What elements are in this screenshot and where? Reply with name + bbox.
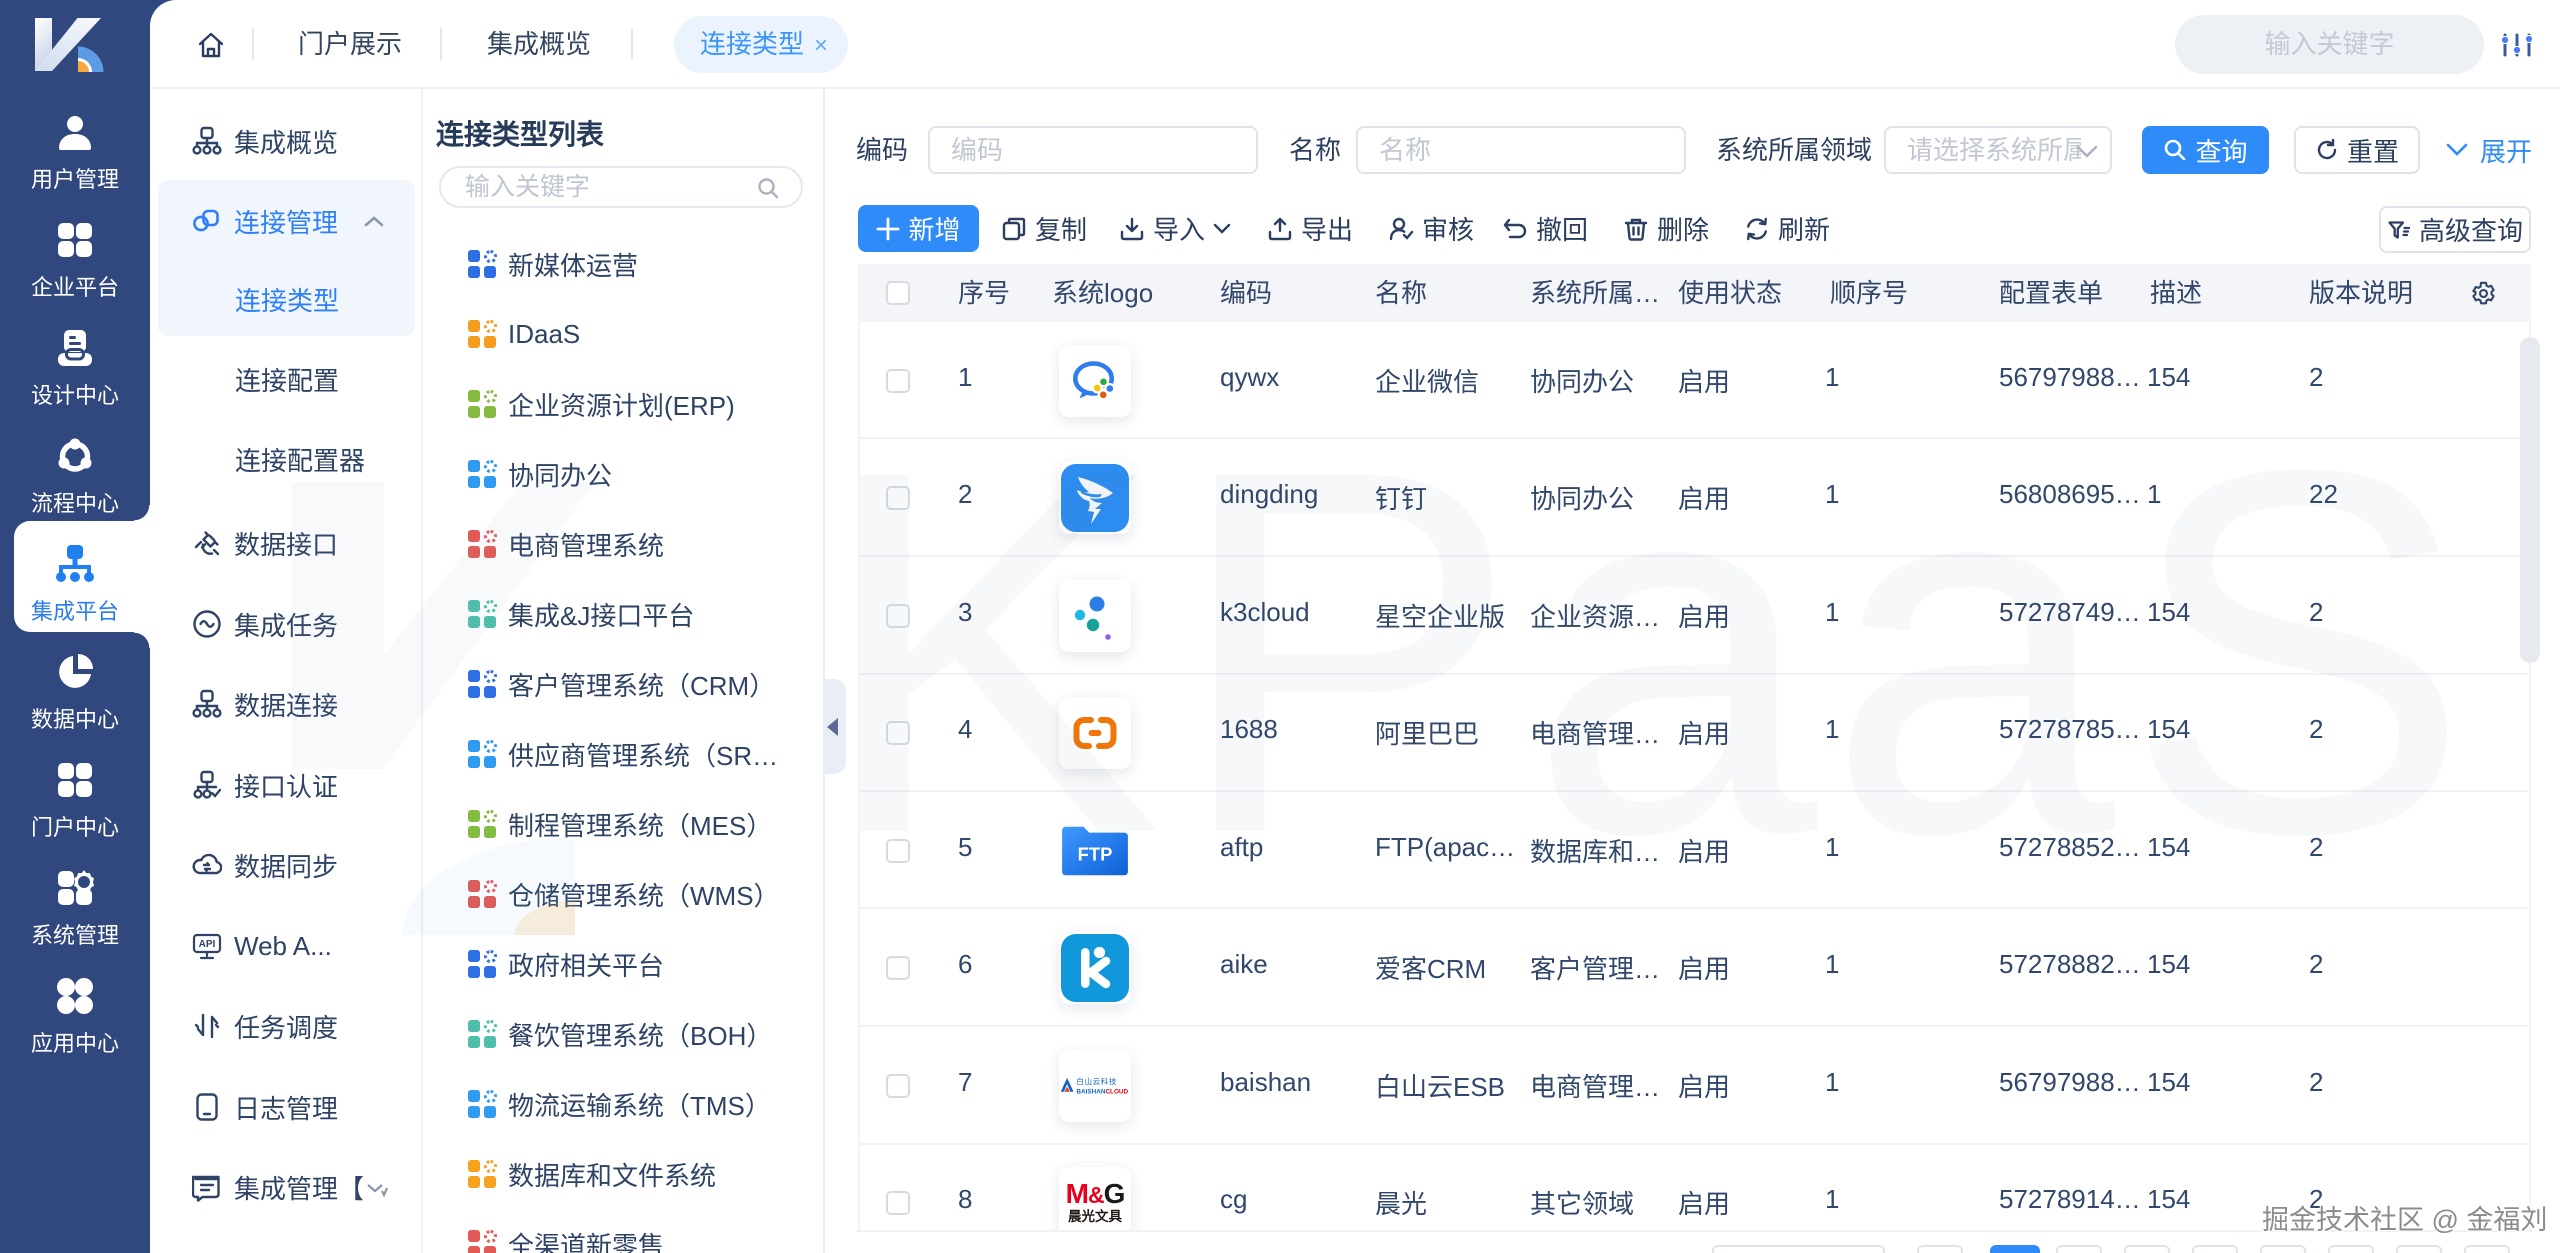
svg-text:BAISHANCLOUD: BAISHANCLOUD xyxy=(1076,1089,1128,1096)
svg-text:晨光文具: 晨光文具 xyxy=(1068,1208,1122,1224)
svg-text:白山云科技: 白山云科技 xyxy=(1076,1076,1117,1086)
svg-text:FTP: FTP xyxy=(1078,844,1113,865)
svg-text:M&G: M&G xyxy=(1066,1178,1125,1209)
svg-text:API: API xyxy=(199,939,216,950)
